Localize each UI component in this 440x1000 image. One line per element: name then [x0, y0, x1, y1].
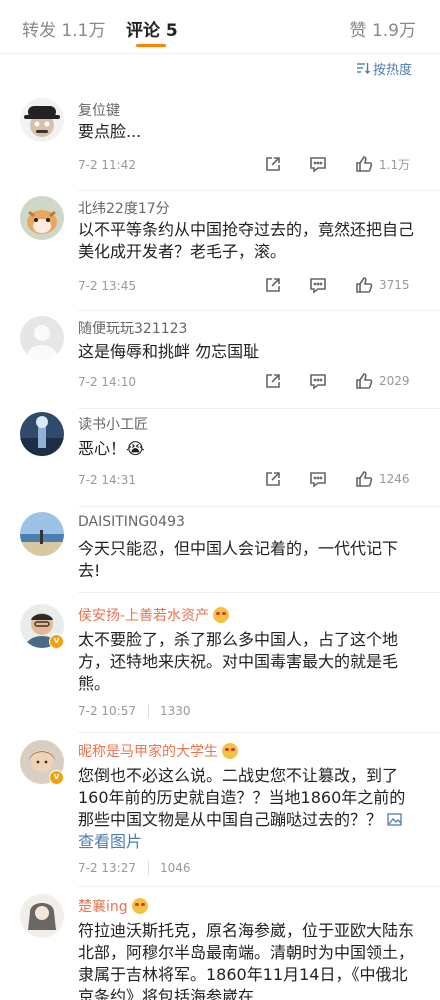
comment-meta: 7-2 13:45 3715: [78, 276, 412, 296]
share-button[interactable]: [264, 155, 282, 173]
comment-text: 今天只能忍，但中国人会记着的，一代代记下去!: [78, 539, 399, 580]
avatar[interactable]: [20, 512, 64, 556]
tab-repost[interactable]: 转发 1.1万: [22, 16, 105, 41]
username[interactable]: 读书小工匠: [78, 414, 148, 434]
comment-time: 7-2 11:42: [78, 158, 136, 172]
like-count[interactable]: 1046: [160, 861, 191, 875]
comment-icon: [310, 374, 326, 390]
comment-time: 7-2 14:10: [78, 375, 136, 389]
reply-button[interactable]: [309, 155, 327, 173]
like-button[interactable]: 1246: [355, 470, 410, 488]
reply-button[interactable]: [309, 276, 327, 294]
like-button[interactable]: 1.1万: [355, 155, 410, 173]
reply-button[interactable]: [309, 470, 327, 488]
avatar[interactable]: [20, 316, 64, 360]
thumbs-up-icon: [356, 373, 373, 389]
verified-badge: v: [49, 770, 64, 785]
reply-button[interactable]: [309, 372, 327, 390]
comment-time: 7-2 10:57: [78, 704, 136, 718]
avatar-image: [20, 98, 64, 142]
avatar-image: [20, 894, 64, 938]
verified-badge: v: [49, 634, 64, 649]
comment-text: 恶心！😭: [78, 439, 145, 458]
thumbs-up-icon: [356, 156, 373, 172]
like-count: 3715: [379, 278, 410, 292]
comment-text: 您倒也不必这么说。二战史您不让篡改，到了160年前的历史就自造？？当地1860年…: [78, 766, 406, 851]
comment-time: 7-2 13:45: [78, 279, 136, 293]
share-icon: [266, 374, 280, 388]
share-button[interactable]: [264, 372, 282, 390]
avatar-image: [20, 412, 64, 456]
share-button[interactable]: [264, 276, 282, 294]
avatar-image: [20, 196, 64, 240]
divider: [78, 408, 440, 409]
tab-bar: 转发 1.1万 评论 5 赞 1.9万: [0, 0, 440, 54]
comment-meta: 7-2 14:10 2029: [78, 372, 412, 392]
heart-eyes-emoji-icon: [222, 743, 238, 759]
thumbs-up-icon: [356, 471, 373, 487]
comment-time: 7-2 14:31: [78, 473, 136, 487]
divider: [78, 732, 440, 733]
divider: [78, 592, 440, 593]
avatar[interactable]: [20, 412, 64, 456]
comment-page: 转发 1.1万 评论 5 赞 1.9万 按热度 复位键 要点脸... 7-2 1…: [0, 0, 440, 1000]
comment-text: 太不要脸了，杀了那么多中国人，占了这个地方，还特地来庆祝。对中国毒害最大的就是毛…: [78, 630, 399, 693]
username[interactable]: 北纬22度17分: [78, 198, 170, 218]
comment-text: 要点脸...: [78, 122, 142, 141]
username[interactable]: 随便玩玩321123: [78, 318, 187, 338]
thumbs-up-icon: [356, 277, 373, 293]
separator: [148, 704, 149, 718]
separator: [148, 861, 149, 875]
comment-meta: 7-2 13:27 1046: [78, 858, 412, 878]
like-count[interactable]: 1330: [160, 704, 191, 718]
share-icon: [266, 472, 280, 486]
username[interactable]: 复位键: [78, 100, 120, 120]
heart-eyes-emoji-icon: [131, 898, 148, 914]
comment-icon: [310, 278, 326, 294]
like-count: 1.1万: [379, 157, 411, 172]
username[interactable]: DAISITING0493: [78, 514, 185, 530]
heart-eyes-emoji-icon: [213, 607, 230, 623]
tab-likes[interactable]: 赞 1.9万: [350, 16, 416, 41]
avatar-image: [20, 512, 64, 556]
avatar[interactable]: [20, 894, 64, 938]
divider: [78, 886, 440, 887]
comment-text: 以不平等条约从中国抢夺过去的，竟然还把自己美化成开发者？老毛子，滚。: [78, 220, 415, 261]
share-button[interactable]: [264, 470, 282, 488]
like-count: 2029: [379, 374, 410, 388]
comment-text: 符拉迪沃斯托克，原名海参崴，位于亚欧大陆东北部，阿穆尔半岛最南端。清朝时为中国领…: [78, 921, 415, 1000]
like-count: 1246: [379, 472, 410, 486]
comment-icon: [310, 157, 326, 173]
comment-icon: [310, 472, 326, 488]
comment-time: 7-2 13:27: [78, 861, 136, 875]
comment-meta: 7-2 11:42 1.1万: [78, 155, 412, 175]
avatar[interactable]: [20, 196, 64, 240]
avatar-image: [20, 316, 64, 360]
share-icon: [266, 157, 280, 171]
username[interactable]: 侯安扬-上善若水资产: [78, 605, 230, 625]
sort-label: 按热度: [372, 62, 412, 78]
image-icon: [387, 813, 402, 826]
active-tab-indicator: [136, 44, 166, 47]
avatar[interactable]: [20, 98, 64, 142]
username[interactable]: 昵称是马甲家的大学生: [78, 741, 238, 761]
comment-meta: 7-2 10:57 1330: [78, 701, 412, 721]
divider: [78, 310, 440, 311]
share-icon: [266, 278, 280, 292]
divider: [78, 190, 440, 191]
sort-icon: [356, 63, 370, 74]
tab-comments[interactable]: 评论 5: [126, 16, 178, 41]
divider: [78, 506, 440, 507]
like-button[interactable]: 3715: [355, 276, 410, 294]
comment-meta: 7-2 14:31 1246: [78, 470, 412, 490]
like-button[interactable]: 2029: [355, 372, 410, 390]
username[interactable]: 楚襄ing: [78, 896, 148, 916]
sort-button[interactable]: 按热度: [356, 58, 412, 78]
comment-text: 这是侮辱和挑衅 勿忘国耻: [78, 342, 260, 361]
